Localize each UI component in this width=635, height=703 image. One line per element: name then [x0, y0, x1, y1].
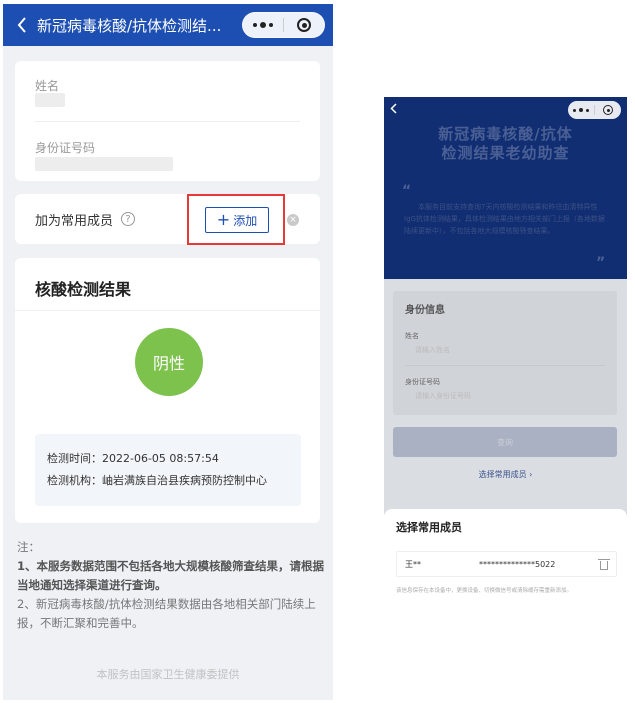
name-label: 姓名 [405, 332, 419, 340]
member-name: 王** [405, 559, 421, 569]
hero-title-line-2: 检测结果老幼助查 [441, 144, 570, 162]
name-input[interactable]: 请输入姓名 [415, 345, 450, 355]
test-org: 检测机构：岫岩满族自治县疾病预防控制中心 [47, 474, 267, 487]
id-label: 身份证号码 [405, 378, 440, 386]
id-redacted [35, 157, 173, 171]
add-button-label: 添加 [233, 213, 258, 228]
plus-icon: + [216, 210, 231, 229]
name-label: 姓名 [35, 79, 60, 93]
note-item-1: 1、本服务数据范围不包括各地大规模核酸筛查结果，请根据当地通知选择渠道进行查询。 [17, 559, 324, 592]
close-quote-icon: ” [596, 255, 606, 271]
nav-bar [384, 97, 627, 123]
hero-description: 本服务目前支持查询7天内核酸检测结果和昨往血清特异性IgG抗体检测结果，具体检测… [404, 203, 605, 235]
person-info-card: 姓名 身份证号码 [15, 61, 320, 181]
member-picker-sheet: 选择常用成员 王** **************5022 该信息保存在本设备中… [384, 509, 627, 608]
mini-program-capsule [568, 101, 621, 119]
result-card: 核酸检测结果 阴性 检测时间：2022-06-05 08:57:54 检测机构：… [15, 258, 320, 523]
query-button[interactable]: 查询 [393, 427, 617, 457]
member-row[interactable]: 王** **************5022 [396, 551, 617, 577]
sheet-tip: 该信息保存在本设备中，更换设备、切换微信号或清除缓存需重新添加。 [396, 588, 573, 594]
name-redacted [35, 93, 65, 107]
sheet-title: 选择常用成员 [396, 521, 462, 534]
add-member-label: 加为常用成员 [35, 213, 114, 229]
chevron-left-icon[interactable] [13, 13, 31, 37]
chevron-left-icon[interactable] [390, 102, 404, 118]
identity-title: 身份信息 [405, 305, 445, 316]
more-icon[interactable] [568, 101, 594, 119]
trash-icon[interactable] [598, 558, 610, 570]
test-info-box: 检测时间：2022-06-05 08:57:54 检测机构：岫岩满族自治县疾病预… [35, 434, 301, 506]
more-icon[interactable] [243, 13, 283, 37]
close-miniprogram-icon[interactable] [284, 13, 324, 37]
nav-bar: 新冠病毒核酸/抗体检测结... [3, 4, 333, 46]
test-time: 检测时间：2022-06-05 08:57:54 [47, 452, 219, 465]
hero-title: 新冠病毒核酸/抗体 检测结果老幼助查 [384, 125, 627, 163]
note-item-2: 2、新冠病毒核酸/抗体检测结果数据由各地相关部门陆续上报，不断汇聚和完善中。 [17, 597, 316, 630]
result-status-badge: 阴性 [135, 328, 203, 396]
add-member-button[interactable]: + 添加 [205, 207, 269, 233]
hero-banner: 新冠病毒核酸/抗体 检测结果老幼助查 “ 本服务目前支持查询7天内核酸检测结果和… [384, 97, 627, 279]
open-quote-icon: “ [402, 183, 412, 199]
close-miniprogram-icon[interactable] [595, 101, 621, 119]
help-icon[interactable]: ? [121, 212, 136, 226]
footer-provider: 本服务由国家卫生健康委提供 [96, 668, 240, 681]
right-phone-screen: 新冠病毒核酸/抗体 检测结果老幼助查 “ 本服务目前支持查询7天内核酸检测结果和… [384, 97, 627, 608]
member-id: **************5022 [479, 559, 556, 569]
identity-form-card: 身份信息 姓名 请输入姓名 身份证号码 请输入身份证号码 [393, 291, 617, 415]
result-title: 核酸检测结果 [35, 280, 132, 299]
notes-heading: 注： [17, 540, 40, 554]
mini-program-capsule [242, 12, 325, 38]
left-phone-screen: 新冠病毒核酸/抗体检测结... 姓名 身份证号码 加为常用成员 ? + 添加 × [3, 4, 333, 700]
add-member-row: 加为常用成员 ? + 添加 × [15, 194, 320, 245]
clear-icon[interactable]: × [287, 214, 299, 226]
id-label: 身份证号码 [35, 141, 96, 155]
page-title: 新冠病毒核酸/抗体检测结... [37, 16, 222, 35]
select-member-link[interactable]: 选择常用成员 › [384, 469, 627, 480]
hero-title-line-1: 新冠病毒核酸/抗体 [438, 125, 573, 143]
notes-section: 注： 1、本服务数据范围不包括各地大规模核酸筛查结果，请根据当地通知选择渠道进行… [17, 538, 325, 633]
id-input[interactable]: 请输入身份证号码 [415, 391, 471, 401]
